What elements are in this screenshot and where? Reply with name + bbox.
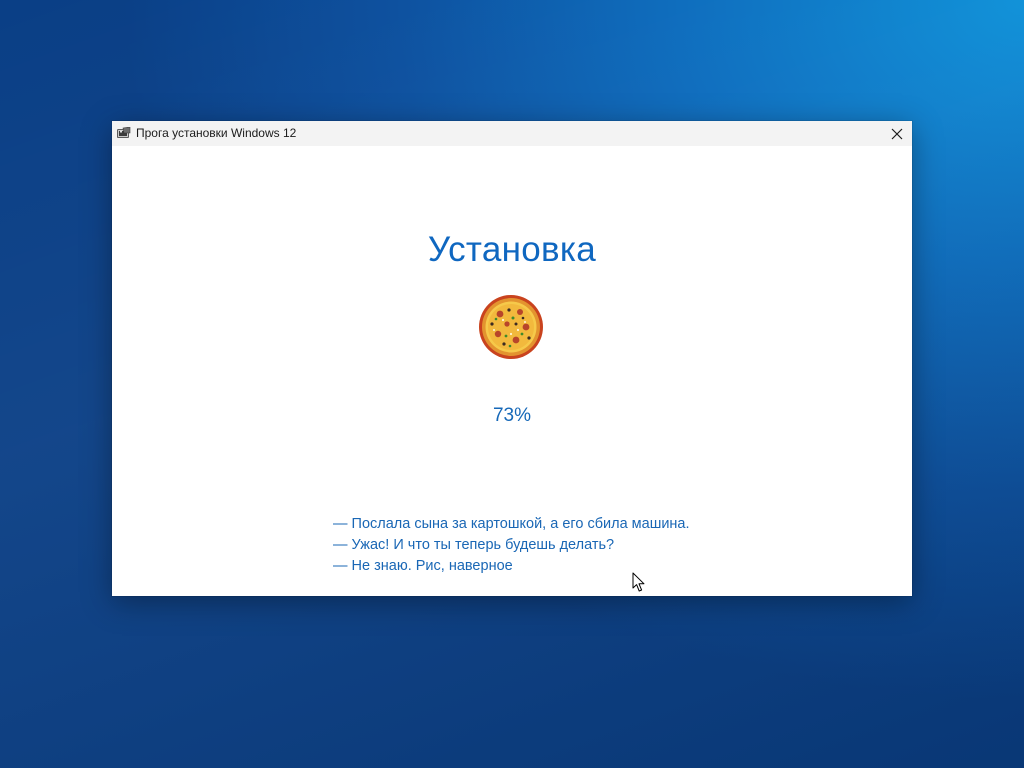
setup-window: Прога установки Windows 12 Установка 73%… [112,121,912,596]
setup-content: Установка 73% — Послала сына за картошко… [112,146,912,596]
progress-percent: 73% [492,405,532,426]
mouse-pointer-icon [632,572,645,592]
title-bar[interactable]: Прога установки Windows 12 [112,121,912,146]
dialog-line: — Ужас! И что ты теперь будешь делать? [333,537,615,553]
pizza-icon [479,295,543,359]
dialog-line: — Не знаю. Рис, наверное [333,558,513,574]
close-icon [891,128,903,139]
window-title: Прога установки Windows 12 [136,126,297,140]
page-title: Установка [427,230,597,269]
windows-installer-icon [117,127,131,138]
joke-dialog: — Послала сына за картошкой, а его сбила… [333,514,853,577]
close-button[interactable] [882,121,912,146]
dialog-line: — Послала сына за картошкой, а его сбила… [333,516,690,532]
